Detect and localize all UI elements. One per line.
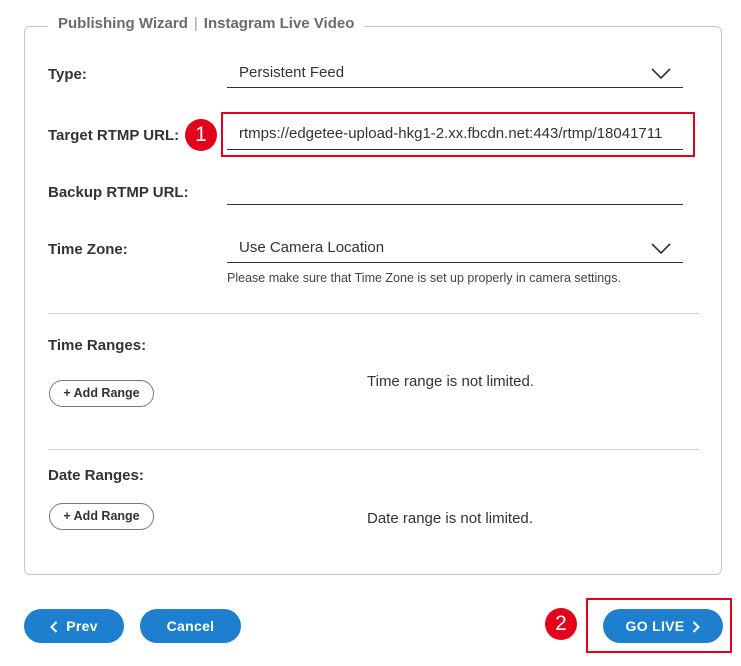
type-select[interactable]: Persistent Feed bbox=[227, 60, 683, 88]
publishing-wizard-panel bbox=[24, 26, 722, 575]
prev-button[interactable]: Prev bbox=[24, 609, 124, 643]
annotation-badge-2: 2 bbox=[545, 608, 577, 640]
target-rtmp-input[interactable]: rtmps://edgetee-upload-hkg1-2.xx.fbcdn.n… bbox=[227, 122, 683, 150]
go-live-label: GO LIVE bbox=[625, 618, 685, 634]
go-live-button[interactable]: GO LIVE bbox=[603, 609, 723, 643]
wizard-subtitle: Instagram Live Video bbox=[203, 15, 355, 32]
wizard-legend: Publishing Wizard | Instagram Live Video bbox=[48, 15, 365, 32]
section-divider bbox=[48, 313, 699, 314]
time-ranges-label: Time Ranges: bbox=[48, 337, 147, 354]
type-label: Type: bbox=[48, 66, 87, 83]
wizard-title: Publishing Wizard bbox=[58, 15, 188, 32]
chevron-down-icon bbox=[651, 68, 671, 80]
legend-separator: | bbox=[193, 15, 198, 32]
backup-rtmp-input[interactable] bbox=[227, 178, 683, 205]
add-time-range-button[interactable]: + Add Range bbox=[49, 380, 154, 407]
annotation-badge-1: 1 bbox=[185, 119, 217, 151]
backup-rtmp-label: Backup RTMP URL: bbox=[48, 184, 189, 201]
time-zone-hint: Please make sure that Time Zone is set u… bbox=[227, 271, 621, 285]
date-range-status: Date range is not limited. bbox=[367, 510, 533, 527]
cancel-label: Cancel bbox=[166, 618, 215, 634]
time-zone-select[interactable]: Use Camera Location bbox=[227, 235, 683, 263]
chevron-right-icon bbox=[693, 621, 701, 634]
prev-label: Prev bbox=[66, 618, 98, 634]
add-date-range-button[interactable]: + Add Range bbox=[49, 503, 154, 530]
time-range-status: Time range is not limited. bbox=[367, 373, 535, 390]
cancel-button[interactable]: Cancel bbox=[140, 609, 241, 643]
target-rtmp-label: Target RTMP URL: bbox=[48, 127, 180, 144]
chevron-down-icon bbox=[651, 243, 671, 255]
time-zone-select-value: Use Camera Location bbox=[239, 239, 385, 256]
type-select-value: Persistent Feed bbox=[239, 64, 345, 81]
target-rtmp-value: rtmps://edgetee-upload-hkg1-2.xx.fbcdn.n… bbox=[239, 125, 663, 142]
section-divider bbox=[48, 449, 699, 450]
chevron-left-icon bbox=[50, 621, 58, 634]
time-zone-label: Time Zone: bbox=[48, 241, 128, 258]
date-ranges-label: Date Ranges: bbox=[48, 467, 144, 484]
